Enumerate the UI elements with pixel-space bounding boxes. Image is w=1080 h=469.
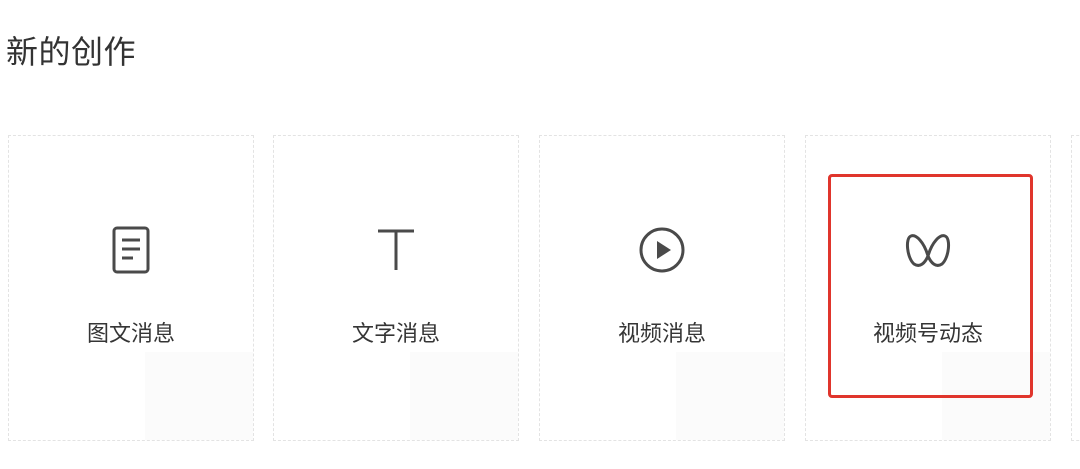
card-label: 文字消息: [351, 322, 440, 347]
card-text-message[interactable]: 文字消息: [273, 135, 519, 441]
card-partial[interactable]: [1071, 135, 1080, 441]
card-image-text-message[interactable]: 图文消息: [8, 135, 254, 441]
channels-butterfly-icon: [902, 224, 954, 276]
card-corner-shade: [145, 352, 253, 440]
new-creation-panel: 新的创作 图文消息 文字消息 视频消息 视频号动态: [0, 0, 1080, 469]
card-corner-shade: [942, 352, 1050, 440]
card-label: 视频号动态: [872, 322, 983, 347]
card-label: 图文消息: [86, 322, 175, 347]
card-corner-shade: [410, 352, 518, 440]
card-video-message[interactable]: 视频消息: [539, 135, 785, 441]
document-icon: [105, 224, 157, 276]
play-circle-icon: [636, 224, 688, 276]
card-corner-shade: [676, 352, 784, 440]
card-label: 视频消息: [617, 322, 706, 347]
card-channels-post[interactable]: 视频号动态: [805, 135, 1051, 441]
section-title: 新的创作: [6, 33, 137, 71]
text-t-icon: [370, 224, 422, 276]
